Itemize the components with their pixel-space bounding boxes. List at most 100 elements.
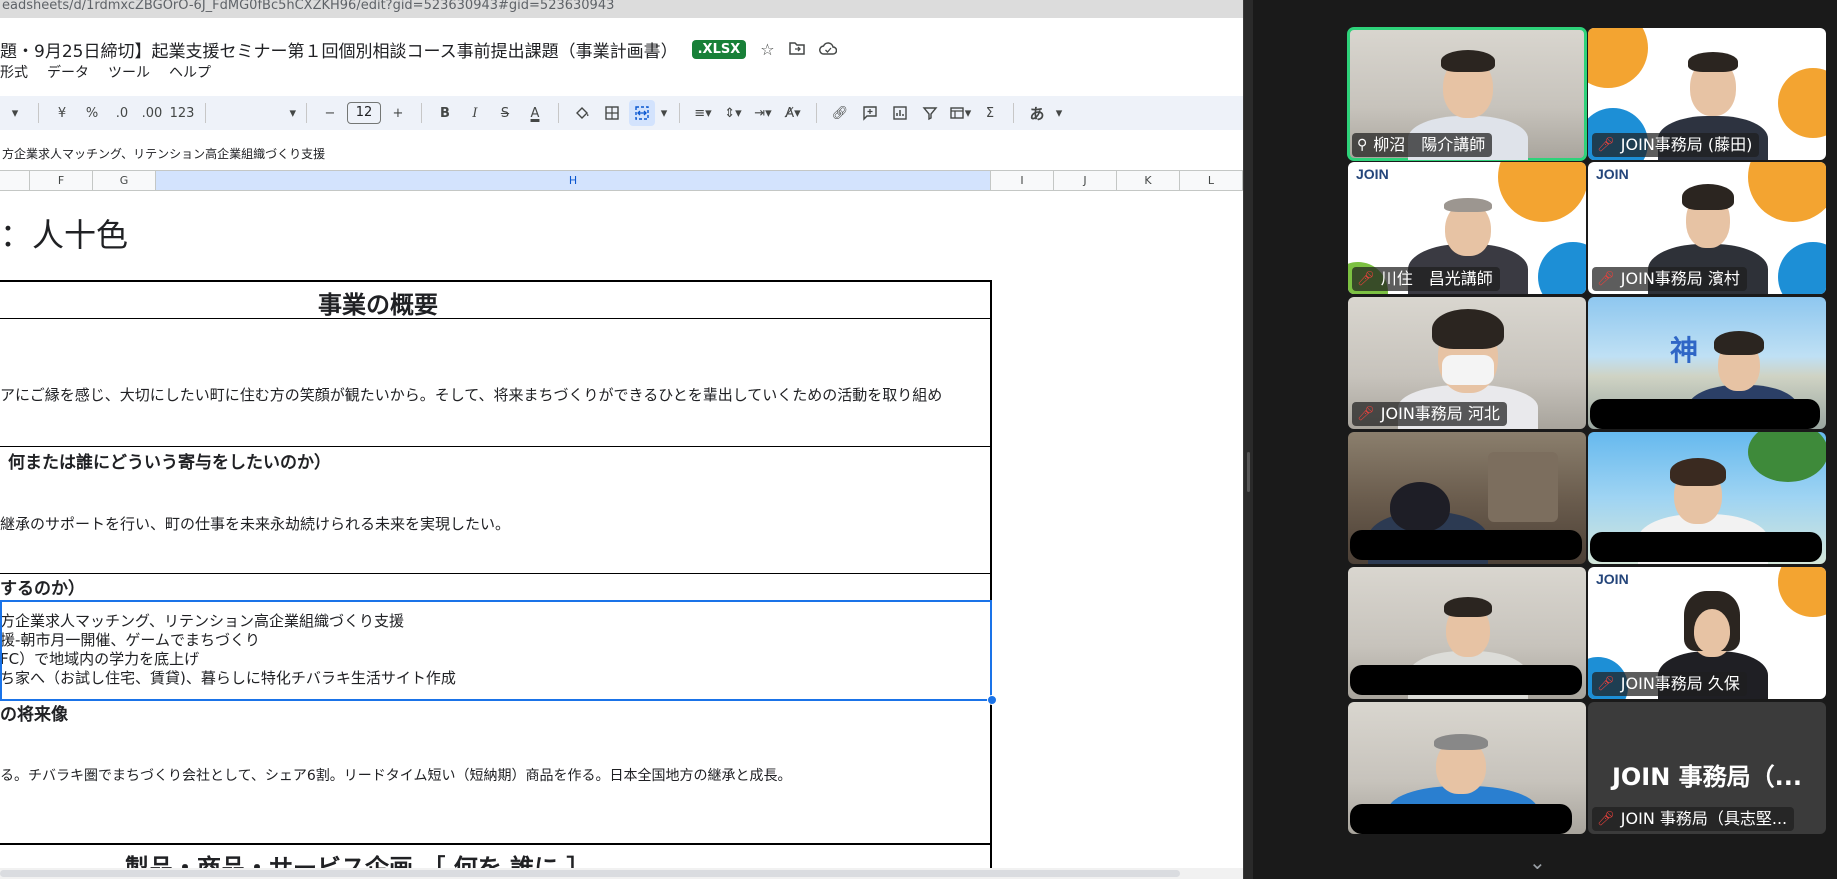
font-size-decrease-button[interactable]: − — [317, 100, 343, 126]
selected-range[interactable] — [0, 600, 992, 701]
mic-muted-icon: 🎤︎ — [1597, 271, 1615, 287]
decorative-blob — [1778, 242, 1826, 294]
chevron-down-icon[interactable]: ▾ — [2, 100, 28, 126]
chevron-down-icon[interactable]: ▾ — [659, 100, 669, 126]
participant-hair — [1688, 52, 1738, 72]
file-type-badge: .XLSX — [691, 39, 747, 59]
participant-tile[interactable]: JOIN 🎤︎ 川住 昌光講師 — [1348, 162, 1586, 294]
column-header-l[interactable]: L — [1180, 171, 1243, 190]
table-border — [0, 446, 992, 447]
doc-title[interactable]: 題・9月25日締切】起業支援セミナー第１回個別相談コース事前提出課題（事業計画書… — [0, 37, 678, 62]
selection-fill-handle[interactable] — [987, 695, 997, 705]
company-name-cell[interactable]: ：人十色 — [0, 210, 128, 256]
input-tools-button[interactable]: あ — [1024, 100, 1050, 126]
scrollbar-thumb[interactable] — [0, 870, 1180, 877]
question-contribution-cell[interactable]: 何または誰にどういう寄与をしたいのか） — [8, 448, 331, 473]
decrease-decimal-button[interactable]: .0 — [109, 100, 135, 126]
decorative-blob — [1538, 242, 1586, 294]
filter-icon[interactable] — [917, 100, 943, 126]
functions-button[interactable]: Σ — [977, 100, 1003, 126]
font-size-input[interactable]: 12 — [347, 102, 381, 124]
column-header-j[interactable]: J — [1054, 171, 1117, 190]
participant-head — [1390, 482, 1450, 532]
toolbar: ▾ ¥ % .0 .00 123 ▾ − 12 + B I S A ▾ ≡▾ ⇕… — [0, 96, 1243, 130]
vertical-align-icon[interactable]: ⇕▾ — [720, 100, 746, 126]
bold-button[interactable]: B — [432, 100, 458, 126]
participant-nameplate: 🎤︎ JOIN事務局 河北 — [1352, 402, 1507, 426]
toolbar-separator — [205, 103, 206, 123]
formula-bar[interactable]: 方企業求人マッチング、リテンション高企業組織づくり支援 — [0, 140, 1243, 168]
align-left-icon[interactable]: ≡▾ — [690, 100, 716, 126]
menu-format[interactable]: 形式 — [0, 62, 28, 84]
redacted-name — [1590, 532, 1822, 562]
question-future-cell[interactable]: の将来像 — [0, 700, 68, 725]
participant-tile[interactable] — [1348, 702, 1586, 834]
participant-tile[interactable]: 神 — [1588, 297, 1826, 429]
column-header-i[interactable]: I — [991, 171, 1054, 190]
font-family-dropdown[interactable]: ▾ — [216, 100, 296, 126]
column-header-k[interactable]: K — [1117, 171, 1180, 190]
participant-face — [1694, 609, 1730, 653]
cloud-status-icon[interactable] — [818, 40, 837, 59]
toolbar-separator — [1013, 103, 1014, 123]
menu-data[interactable]: データ — [47, 62, 89, 84]
join-logo: JOIN — [1596, 571, 1629, 587]
decorative-blob — [1588, 28, 1648, 88]
insert-comment-icon[interactable] — [857, 100, 883, 126]
strikethrough-button[interactable]: S — [492, 100, 518, 126]
participant-hair — [1434, 734, 1488, 750]
participant-tile[interactable] — [1348, 432, 1586, 564]
participant-nameplate: 🎤︎ JOIN事務局 久保 — [1592, 672, 1747, 696]
url-bar[interactable]: eadsheets/d/1rdmxcZBGOrO-6J_FdMG0fBc5hCX… — [0, 0, 1243, 18]
participant-tile[interactable]: JOIN 🎤︎ JOIN事務局 濱村 — [1588, 162, 1826, 294]
toolbar-separator — [679, 103, 680, 123]
currency-format-button[interactable]: ¥ — [49, 100, 75, 126]
percent-format-button[interactable]: % — [79, 100, 105, 126]
future-cell[interactable]: る。チバラキ圏でまちづくり会社として、シェア6割。リードタイム短い（短納期）商品… — [0, 765, 792, 785]
participant-tile[interactable] — [1588, 432, 1826, 564]
increase-decimal-button[interactable]: .00 — [139, 100, 165, 126]
text-color-button[interactable]: A — [522, 100, 548, 126]
participant-nameplate: 🎤︎ 川住 昌光講師 — [1352, 267, 1500, 291]
redacted-name — [1350, 530, 1582, 560]
divider-grip-icon[interactable] — [1247, 452, 1250, 492]
contribution-cell[interactable]: 継承のサポートを行い、町の仕事を未来永劫続けられる未来を実現したい。 — [0, 513, 510, 534]
overview-cell[interactable]: アにご縁を感じ、大切にしたい町に住む方の笑顔が観たいから。そして、将来まちづくり… — [0, 384, 942, 405]
column-header-e[interactable] — [0, 171, 30, 190]
participant-tile[interactable]: 🎤︎ JOIN事務局 河北 — [1348, 297, 1586, 429]
column-header-g[interactable]: G — [93, 171, 156, 190]
participant-tile[interactable]: ⚲ 柳沼 陽介講師 — [1347, 27, 1587, 161]
star-icon[interactable]: ☆ — [760, 40, 774, 59]
participant-tile[interactable]: JOIN 🎤︎ JOIN事務局 久保 — [1588, 567, 1826, 699]
font-size-increase-button[interactable]: + — [385, 100, 411, 126]
chevron-down-icon[interactable]: ▾ — [1054, 100, 1064, 126]
column-header-h[interactable]: H — [156, 171, 991, 190]
participant-tile[interactable]: JOIN 事務局（... 🎤︎ JOIN 事務局（具志堅... — [1588, 702, 1826, 834]
cell-grid[interactable]: ：人十色 事業の概要 アにご縁を感じ、大切にしたい町に住む方の笑顔が観たいから。… — [0, 192, 1243, 879]
join-logo: JOIN — [1356, 166, 1389, 182]
folder-move-icon[interactable] — [788, 40, 805, 59]
question-how-cell[interactable]: するのか） — [0, 574, 85, 599]
participant-tile[interactable] — [1348, 567, 1586, 699]
decorative-blob — [1778, 567, 1826, 617]
gallery-next-page-icon[interactable]: ⌄ — [1529, 850, 1546, 874]
merge-cells-icon[interactable] — [629, 100, 655, 126]
italic-button[interactable]: I — [462, 100, 488, 126]
menu-help[interactable]: ヘルプ — [169, 62, 211, 84]
text-rotate-icon[interactable]: A̸▾ — [780, 100, 806, 126]
menu-tools[interactable]: ツール — [108, 62, 150, 84]
split-divider[interactable] — [1243, 0, 1253, 879]
fill-color-icon[interactable] — [569, 100, 595, 126]
section-title-overview[interactable]: 事業の概要 — [318, 285, 438, 320]
horizontal-scrollbar[interactable] — [0, 868, 1243, 879]
column-header-f[interactable]: F — [30, 171, 93, 190]
participant-tile[interactable]: 🎤︎ JOIN事務局 (藤田) — [1588, 28, 1826, 160]
background-palm — [1748, 432, 1826, 482]
menu-bar: 形式 データ ツール ヘルプ — [0, 62, 230, 84]
filter-views-icon[interactable]: ▾ — [947, 100, 973, 126]
insert-chart-icon[interactable] — [887, 100, 913, 126]
number-format-button[interactable]: 123 — [169, 100, 195, 126]
text-wrap-icon[interactable]: ⇥▾ — [750, 100, 776, 126]
insert-link-icon[interactable]: 🔗︎ — [827, 100, 853, 126]
borders-icon[interactable] — [599, 100, 625, 126]
